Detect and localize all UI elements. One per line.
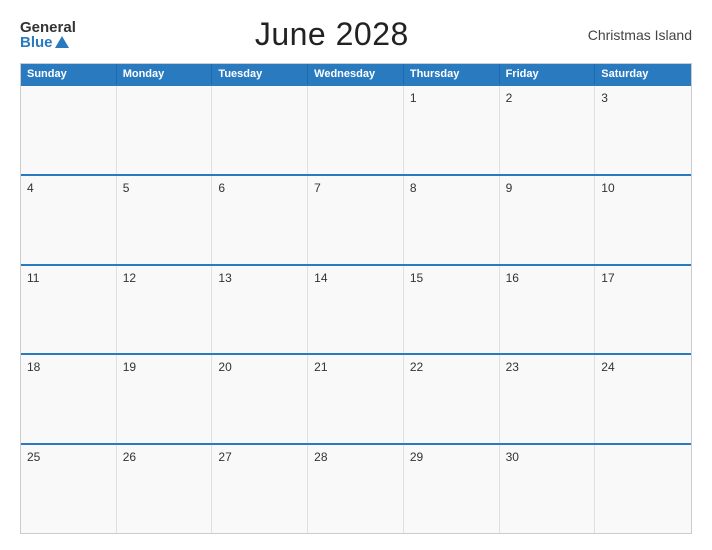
- calendar-cell-w2-d5: 8: [404, 176, 500, 264]
- date-number: 11: [27, 271, 39, 285]
- date-number: 19: [123, 360, 136, 374]
- date-number: 7: [314, 181, 321, 195]
- date-number: 22: [410, 360, 423, 374]
- calendar-cell-w1-d2: [117, 86, 213, 174]
- date-number: 6: [218, 181, 225, 195]
- date-number: 9: [506, 181, 513, 195]
- calendar-cell-w3-d4: 14: [308, 266, 404, 354]
- calendar-cell-w5-d1: 25: [21, 445, 117, 533]
- calendar-cell-w5-d7: [595, 445, 691, 533]
- date-number: 5: [123, 181, 130, 195]
- calendar-cell-w4-d2: 19: [117, 355, 213, 443]
- calendar-cell-w3-d1: 11: [21, 266, 117, 354]
- date-number: 16: [506, 271, 519, 285]
- header-saturday: Saturday: [595, 64, 691, 84]
- calendar-grid: Sunday Monday Tuesday Wednesday Thursday…: [20, 63, 692, 534]
- calendar-cell-w2-d1: 4: [21, 176, 117, 264]
- calendar-cell-w3-d3: 13: [212, 266, 308, 354]
- header-monday: Monday: [117, 64, 213, 84]
- calendar-cell-w1-d4: [308, 86, 404, 174]
- calendar-cell-w5-d3: 27: [212, 445, 308, 533]
- calendar-cell-w2-d3: 6: [212, 176, 308, 264]
- calendar-cell-w1-d1: [21, 86, 117, 174]
- date-number: 29: [410, 450, 423, 464]
- date-number: 24: [601, 360, 614, 374]
- calendar-body: 1234567891011121314151617181920212223242…: [21, 84, 691, 533]
- header-sunday: Sunday: [21, 64, 117, 84]
- date-number: 25: [27, 450, 40, 464]
- date-number: 21: [314, 360, 327, 374]
- date-number: 8: [410, 181, 417, 195]
- logo: General Blue: [20, 20, 76, 50]
- header-friday: Friday: [500, 64, 596, 84]
- calendar-week-5: 25 26 27 28 29 30: [21, 443, 691, 533]
- page-header: General Blue June 2028 Christmas Island: [20, 16, 692, 53]
- header-tuesday: Tuesday: [212, 64, 308, 84]
- date-number: 13: [218, 271, 231, 285]
- date-number: 12: [123, 271, 136, 285]
- date-number: 3: [601, 91, 608, 105]
- calendar-cell-w5-d2: 26: [117, 445, 213, 533]
- calendar-week-1: 1 2 3: [21, 84, 691, 174]
- calendar-week-4: 18 19 20 21 22 23 24: [21, 353, 691, 443]
- header-thursday: Thursday: [404, 64, 500, 84]
- calendar-cell-w5-d6: 30: [500, 445, 596, 533]
- calendar-cell-w5-d4: 28: [308, 445, 404, 533]
- calendar-cell-w2-d7: 10: [595, 176, 691, 264]
- calendar-cell-w3-d7: 17: [595, 266, 691, 354]
- logo-general-text: General: [20, 20, 76, 35]
- date-number: 23: [506, 360, 519, 374]
- date-number: 10: [601, 181, 614, 195]
- calendar-week-2: 4 5 6 7 8 9 10: [21, 174, 691, 264]
- header-wednesday: Wednesday: [308, 64, 404, 84]
- calendar-week-3: 11 12 13 14 15 16 17: [21, 264, 691, 354]
- calendar-cell-w2-d6: 9: [500, 176, 596, 264]
- logo-triangle-icon: [55, 36, 69, 48]
- calendar-header: Sunday Monday Tuesday Wednesday Thursday…: [21, 64, 691, 84]
- calendar-cell-w3-d2: 12: [117, 266, 213, 354]
- date-number: 14: [314, 271, 327, 285]
- date-number: 26: [123, 450, 136, 464]
- calendar-cell-w2-d4: 7: [308, 176, 404, 264]
- calendar-cell-w4-d7: 24: [595, 355, 691, 443]
- region-label: Christmas Island: [588, 27, 692, 43]
- calendar-cell-w2-d2: 5: [117, 176, 213, 264]
- date-number: 1: [410, 91, 417, 105]
- calendar-cell-w5-d5: 29: [404, 445, 500, 533]
- date-number: 27: [218, 450, 231, 464]
- calendar-cell-w4-d4: 21: [308, 355, 404, 443]
- calendar-title: June 2028: [255, 16, 409, 53]
- calendar-cell-w4-d6: 23: [500, 355, 596, 443]
- calendar-cell-w3-d5: 15: [404, 266, 500, 354]
- calendar-cell-w1-d7: 3: [595, 86, 691, 174]
- calendar-cell-w1-d6: 2: [500, 86, 596, 174]
- date-number: 15: [410, 271, 423, 285]
- date-number: 30: [506, 450, 519, 464]
- date-number: 2: [506, 91, 513, 105]
- date-number: 17: [601, 271, 614, 285]
- calendar-cell-w1-d5: 1: [404, 86, 500, 174]
- date-number: 28: [314, 450, 327, 464]
- date-number: 18: [27, 360, 40, 374]
- calendar-cell-w4-d5: 22: [404, 355, 500, 443]
- calendar-cell-w4-d3: 20: [212, 355, 308, 443]
- date-number: 4: [27, 181, 34, 195]
- calendar-cell-w4-d1: 18: [21, 355, 117, 443]
- calendar-cell-w3-d6: 16: [500, 266, 596, 354]
- date-number: 20: [218, 360, 231, 374]
- logo-blue-text: Blue: [20, 35, 69, 50]
- calendar-cell-w1-d3: [212, 86, 308, 174]
